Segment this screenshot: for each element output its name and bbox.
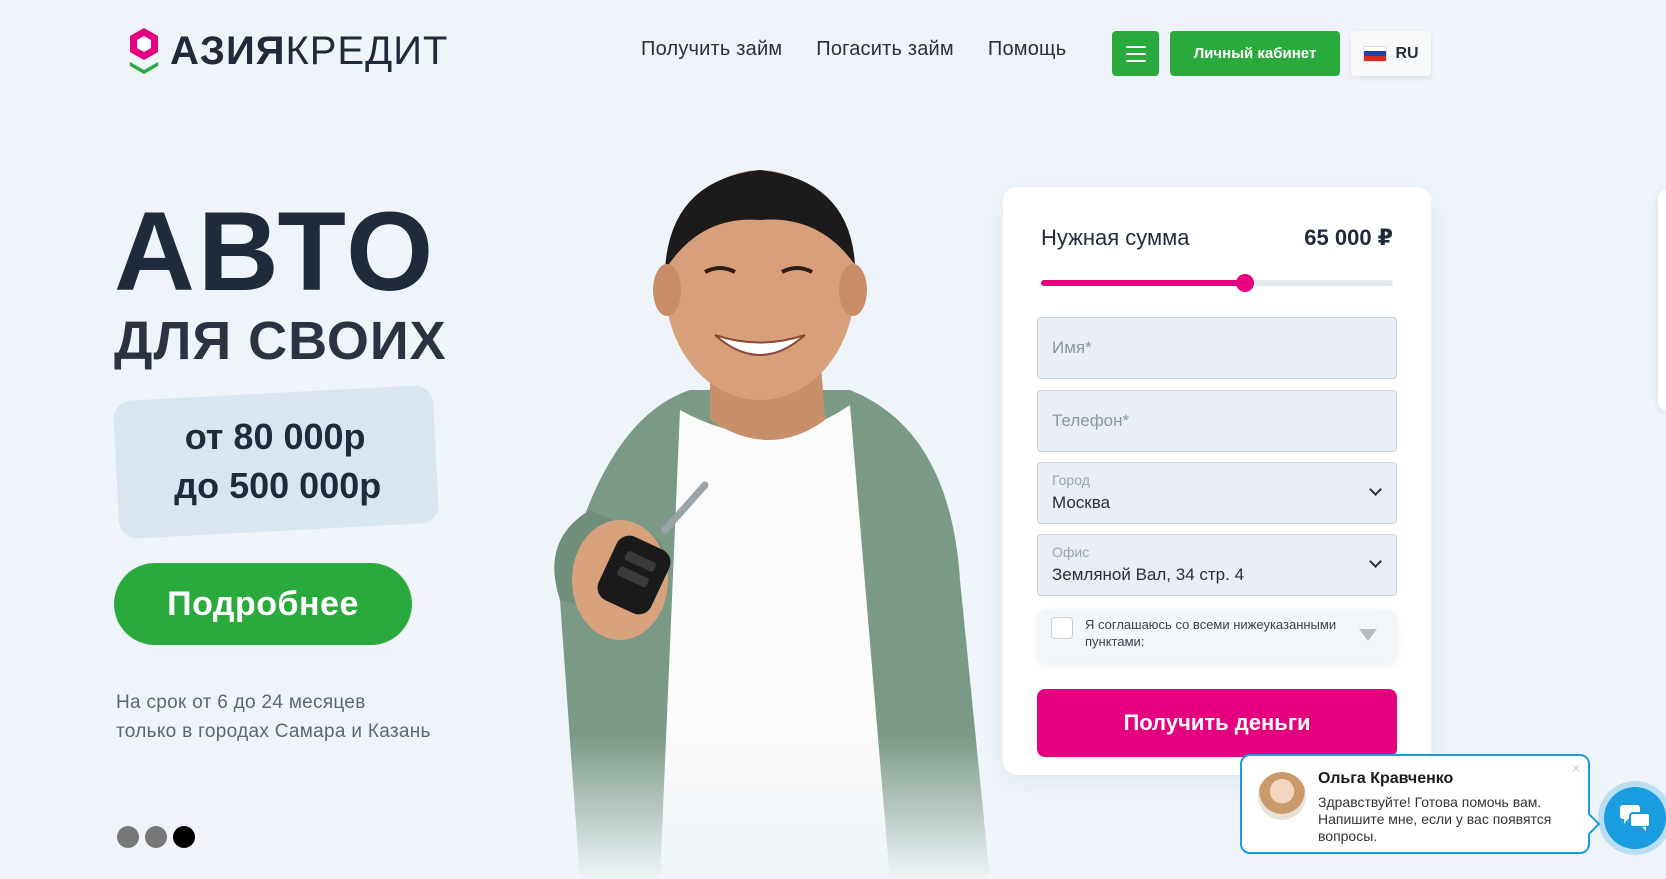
phone-field[interactable] bbox=[1037, 390, 1397, 452]
hero-terms: На срок от 6 до 24 месяцев только в горо… bbox=[116, 692, 431, 743]
slider-fill bbox=[1041, 280, 1246, 286]
slide-dot-active[interactable] bbox=[173, 826, 195, 848]
city-label: Город bbox=[1052, 472, 1090, 488]
office-value: Земляной Вал, 34 стр. 4 bbox=[1052, 565, 1245, 584]
hero-photo bbox=[520, 160, 1010, 879]
sum-value: 65 000 ₽ bbox=[1304, 225, 1393, 250]
office-select[interactable]: Офис Земляной Вал, 34 стр. 4 bbox=[1037, 534, 1397, 596]
sum-label: Нужная сумма bbox=[1041, 225, 1190, 250]
logo-text: АЗИЯКРЕДИТ bbox=[170, 28, 449, 73]
chat-popup[interactable]: Ольга Кравченко Здравствуйте! Готова пом… bbox=[1240, 754, 1590, 854]
agreement-block: Я соглашаюсь со всеми нижеуказанными пун… bbox=[1037, 609, 1397, 663]
hero-title: АВТО bbox=[114, 189, 437, 314]
nav-get-loan[interactable]: Получить займ bbox=[641, 38, 782, 61]
chevron-down-icon bbox=[1369, 555, 1382, 568]
flag-ru-icon bbox=[1363, 45, 1388, 62]
nav-help[interactable]: Помощь bbox=[988, 38, 1066, 61]
chat-message: Здравствуйте! Готова помочь вам. Напишит… bbox=[1318, 794, 1552, 844]
phone-input[interactable] bbox=[1038, 391, 1396, 451]
slider-dots bbox=[117, 826, 195, 848]
amount-slider[interactable] bbox=[1041, 274, 1393, 292]
hero-subtitle: ДЛЯ СВОИХ bbox=[114, 311, 447, 371]
city-value: Москва bbox=[1052, 493, 1111, 512]
price-to: до 500 000р bbox=[173, 464, 381, 506]
price-range-badge: от 80 000р до 500 000р bbox=[112, 384, 440, 540]
city-select[interactable]: Город Москва bbox=[1037, 462, 1397, 524]
brand-logo[interactable]: АЗИЯКРЕДИТ bbox=[126, 26, 448, 76]
price-from: от 80 000р bbox=[184, 416, 366, 458]
main-nav: Получить займ Погасить займ Помощь bbox=[641, 38, 1066, 61]
slide-dot[interactable] bbox=[117, 826, 139, 848]
chat-agent-name: Ольга Кравченко bbox=[1318, 770, 1454, 787]
logo-icon bbox=[130, 28, 158, 74]
avatar bbox=[1258, 772, 1306, 820]
chat-icon bbox=[1620, 805, 1651, 831]
name-field[interactable] bbox=[1037, 317, 1397, 379]
loan-form: Нужная сумма 65 000 ₽ Город Москва Офис … bbox=[1003, 187, 1431, 775]
menu-button[interactable] bbox=[1112, 31, 1159, 76]
nav-repay-loan[interactable]: Погасить займ bbox=[816, 38, 954, 61]
chat-button[interactable] bbox=[1604, 787, 1666, 849]
slider-thumb[interactable] bbox=[1236, 274, 1255, 292]
close-icon[interactable]: × bbox=[1572, 760, 1580, 776]
agree-checkbox[interactable] bbox=[1051, 617, 1073, 639]
agree-text: Я соглашаюсь со всеми нижеуказанными пун… bbox=[1085, 617, 1337, 649]
personal-cabinet-button[interactable]: Личный кабинет bbox=[1170, 31, 1340, 76]
language-label: RU bbox=[1395, 44, 1419, 62]
language-selector[interactable]: RU bbox=[1351, 31, 1431, 76]
side-panel-edge[interactable] bbox=[1658, 190, 1666, 410]
name-input[interactable] bbox=[1038, 318, 1396, 378]
menu-icon bbox=[1125, 45, 1146, 48]
more-button[interactable]: Подробнее bbox=[114, 563, 412, 645]
office-label: Офис bbox=[1052, 544, 1090, 560]
slide-dot[interactable] bbox=[145, 826, 167, 848]
triangle-down-icon[interactable] bbox=[1359, 629, 1377, 641]
chevron-down-icon bbox=[1369, 483, 1382, 496]
get-money-button[interactable]: Получить деньги bbox=[1037, 689, 1397, 757]
